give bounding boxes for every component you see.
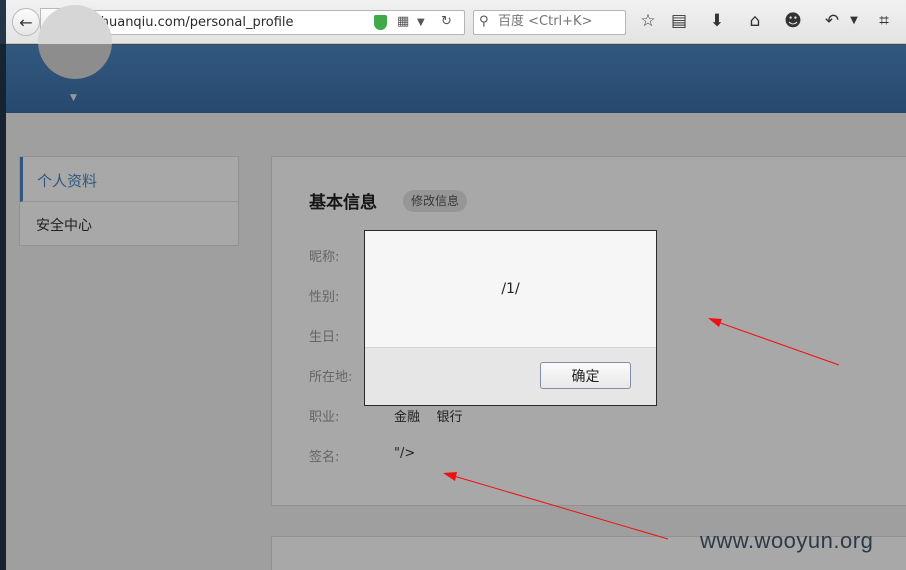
url-bar[interactable]: i.huanqiu.com/personal_profile ▦ ▼ ↻ [68,10,465,35]
bookmark-star-icon[interactable]: ☆ [637,11,659,31]
search-icon: ⚲ [479,14,489,29]
ok-button[interactable]: 确定 [540,362,631,389]
alert-message: /1/ [501,281,520,297]
chevron-down-icon[interactable]: ▼ [417,17,425,28]
download-icon[interactable]: ⬇ [706,11,728,31]
smiley-icon[interactable]: ☻ [782,11,804,31]
back-icon[interactable]: ← [12,8,40,36]
home-icon[interactable]: ⌂ [744,11,766,31]
qr-icon[interactable]: ▦ [397,14,409,29]
crop-icon[interactable]: ⌗ [873,11,895,31]
shield-icon[interactable] [374,15,387,30]
search-bar[interactable]: ⚲ [473,10,626,35]
chevron-down-icon[interactable]: ▼ [843,15,865,26]
search-input[interactable] [498,14,623,29]
url-text[interactable]: i.huanqiu.com/personal_profile [93,15,294,30]
reload-icon[interactable]: ↻ [441,14,452,29]
alert-dialog: /1/ 确定 [364,230,657,406]
watermark: www.wooyun.org [700,528,874,553]
alert-footer: 确定 [365,347,656,405]
undo-icon[interactable]: ↶ [821,11,843,31]
reader-icon[interactable]: ▤ [668,11,690,31]
browser-toolbar: ← → i.huanqiu.com/personal_profile ▦ ▼ ↻… [6,0,906,44]
